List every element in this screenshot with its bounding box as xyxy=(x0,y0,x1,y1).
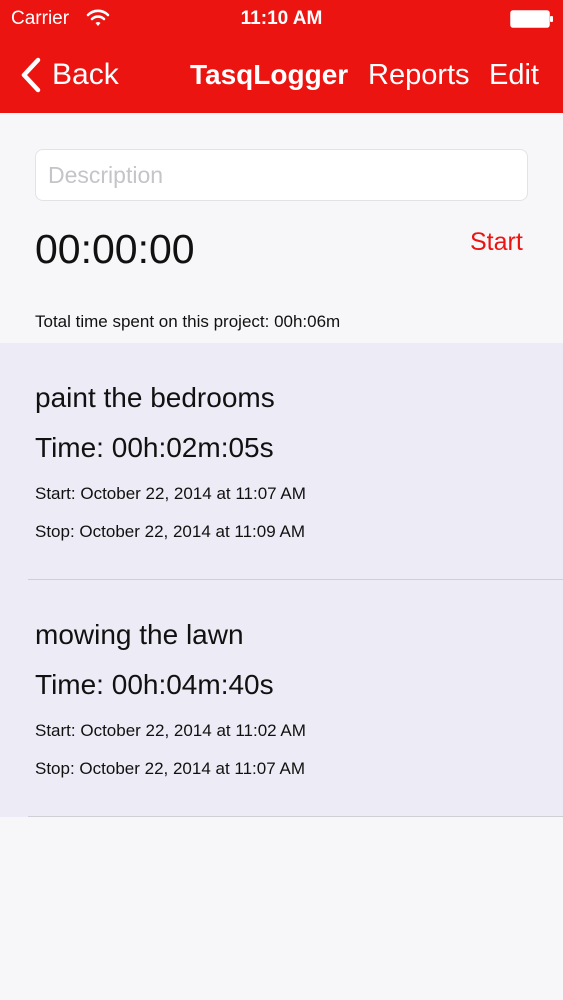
task-row[interactable]: paint the bedrooms Time: 00h:02m:05s Sta… xyxy=(0,343,563,580)
edit-button[interactable]: Edit xyxy=(489,55,539,95)
task-stop-time: Stop: October 22, 2014 at 11:09 AM xyxy=(35,522,305,541)
row-divider xyxy=(28,816,563,817)
task-start-time: Start: October 22, 2014 at 11:02 AM xyxy=(35,721,306,740)
back-button[interactable]: Back xyxy=(20,55,119,95)
timer-display: 00:00:00 xyxy=(35,226,195,272)
back-label: Back xyxy=(52,58,119,91)
task-name: mowing the lawn xyxy=(35,619,244,650)
task-name: paint the bedrooms xyxy=(35,382,275,413)
battery-icon xyxy=(510,10,554,28)
reports-button[interactable]: Reports xyxy=(368,55,470,95)
page-title: TasqLogger xyxy=(190,59,349,90)
task-list: paint the bedrooms Time: 00h:02m:05s Sta… xyxy=(0,343,563,817)
task-stop-time: Stop: October 22, 2014 at 11:07 AM xyxy=(35,759,305,778)
task-duration: Time: 00h:04m:40s xyxy=(35,669,274,700)
task-row[interactable]: mowing the lawn Time: 00h:04m:40s Start:… xyxy=(0,580,563,817)
start-button[interactable]: Start xyxy=(470,225,523,259)
total-time-label: Total time spent on this project: 00h:06… xyxy=(35,312,341,331)
status-bar: Carrier 11:10 AM xyxy=(0,0,563,38)
task-start-time: Start: October 22, 2014 at 11:07 AM xyxy=(35,484,306,503)
navigation-bar: Back TasqLogger Reports Edit xyxy=(0,38,563,113)
task-duration: Time: 00h:02m:05s xyxy=(35,432,274,463)
app-header: Carrier 11:10 AM Back TasqLogger Reports… xyxy=(0,0,563,113)
status-time: 11:10 AM xyxy=(240,8,323,29)
chevron-left-icon xyxy=(20,57,42,93)
description-input[interactable] xyxy=(35,149,528,201)
